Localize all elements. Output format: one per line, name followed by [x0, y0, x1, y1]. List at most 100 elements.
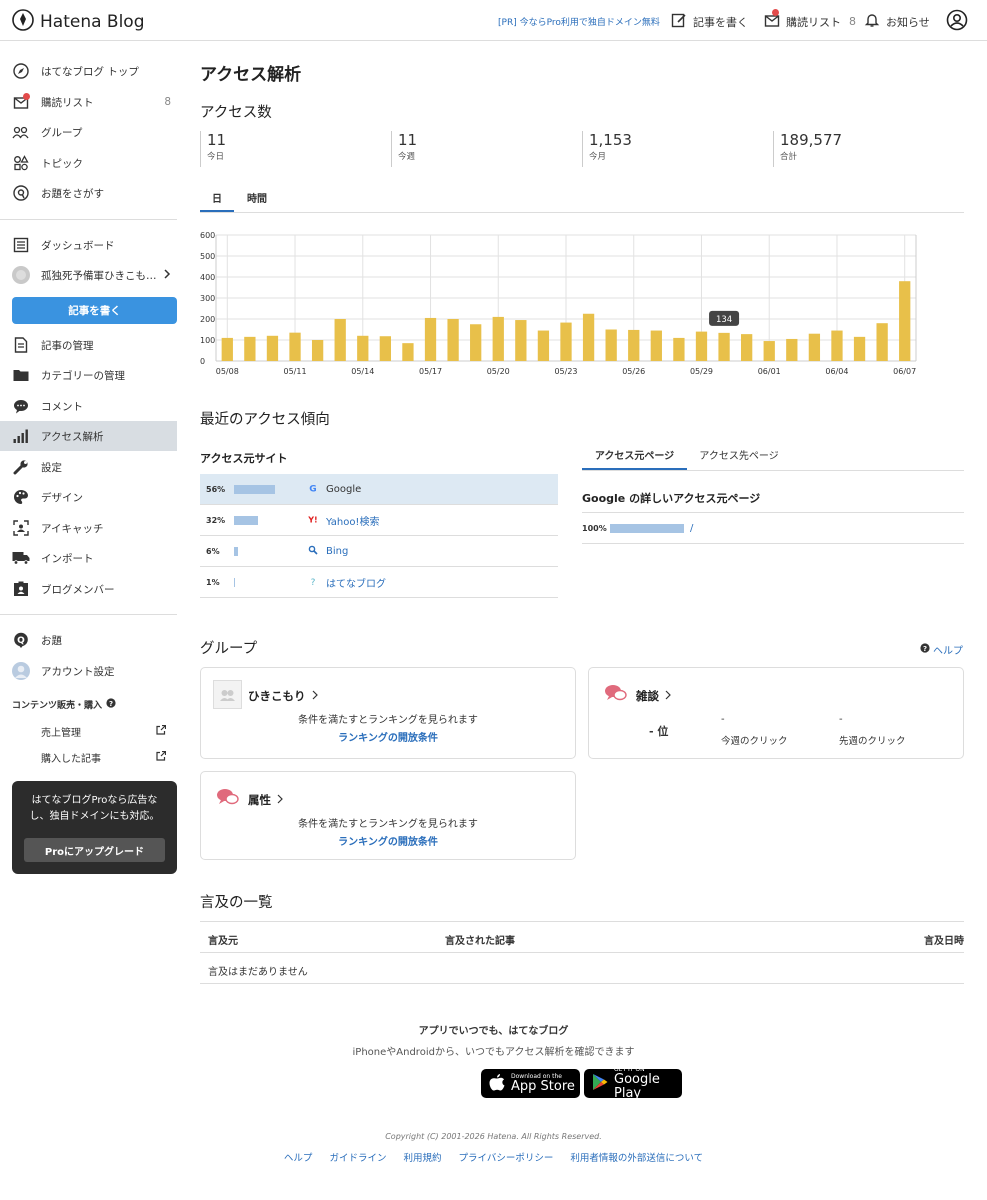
- app-store-big: App Store: [511, 1079, 575, 1094]
- chart-bar: [695, 331, 708, 361]
- source-bar: [234, 546, 238, 556]
- notifications-link[interactable]: お知らせ: [864, 12, 930, 31]
- sidebar-item-import[interactable]: インポート: [0, 543, 177, 573]
- source-bar: [234, 515, 258, 525]
- source-name-text[interactable]: はてなブログ: [326, 575, 386, 590]
- reading-list-label: 購読リスト: [786, 15, 841, 29]
- sidebar-item-theme[interactable]: Q お題: [0, 625, 177, 655]
- sidebar-item-topic[interactable]: トピック: [0, 148, 177, 178]
- sidebar-item-settings[interactable]: 設定: [0, 452, 177, 482]
- sidebar-item-comments[interactable]: コメント: [0, 391, 177, 421]
- chart-bar: [741, 334, 753, 361]
- help-link[interactable]: ? ヘルプ: [920, 642, 963, 657]
- column-header: 言及された記事: [445, 936, 515, 947]
- sidebar-item-blog-members[interactable]: ブログメンバー: [0, 574, 177, 604]
- chevron-right-icon: [665, 689, 671, 703]
- detail-row[interactable]: 100% /: [582, 512, 964, 544]
- stat-label: 合計: [780, 152, 798, 162]
- reading-list-icon: [764, 9, 780, 31]
- x-tick-label: 05/17: [419, 367, 442, 376]
- x-tick-label: 05/08: [216, 367, 239, 376]
- source-name-text[interactable]: Yahoo!検索: [326, 513, 379, 528]
- svg-text:Q: Q: [17, 636, 25, 646]
- access-count-heading: アクセス数: [200, 105, 272, 121]
- tab-day[interactable]: 日: [200, 190, 234, 212]
- google-play-icon: [592, 1073, 608, 1094]
- question-circle-icon[interactable]: ?: [106, 698, 116, 711]
- group-icon: [12, 123, 30, 141]
- sidebar-item-label: 購入した記事: [41, 754, 101, 765]
- footer-link-terms[interactable]: 利用規約: [403, 1153, 441, 1164]
- external-link-icon: [156, 750, 167, 764]
- app-store-badge[interactable]: Download on the App Store: [481, 1069, 580, 1098]
- apple-icon: [489, 1073, 505, 1095]
- member-icon: [12, 580, 30, 598]
- source-row-yahoo[interactable]: 32% Y! Yahoo!検索: [200, 505, 558, 536]
- sidebar-item-eyecatch[interactable]: アイキャッチ: [0, 513, 177, 543]
- chart-bar: [876, 323, 888, 361]
- last-week-clicks-label: 先週のクリック: [839, 736, 906, 747]
- source-bar: [234, 577, 235, 587]
- stat-this-week: 11 今週: [391, 131, 417, 167]
- sidebar-item-dashboard[interactable]: ダッシュボード: [0, 230, 177, 260]
- chart-bar: [289, 332, 301, 361]
- group-title-link[interactable]: ひきこもり: [248, 688, 318, 704]
- sidebar-item-purchased-articles[interactable]: 購入した記事: [41, 750, 167, 765]
- group-title-link[interactable]: 属性: [248, 792, 283, 808]
- sidebar-item-blog-selector[interactable]: 孤独死予備軍ひきこも…: [0, 260, 177, 290]
- svg-text:?: ?: [109, 700, 113, 708]
- source-row-hatena-blog[interactable]: 1% ? はてなブログ: [200, 567, 558, 598]
- sidebar-item-label: インポート: [41, 552, 94, 565]
- sidebar-item-find-theme[interactable]: お題をさがす: [0, 178, 177, 208]
- hatena-blog-logo[interactable]: Hatena Blog: [12, 9, 145, 34]
- chart-bar: [537, 330, 550, 361]
- app-promo-title: アプリでいつでも、はてなブログ: [418, 1026, 569, 1037]
- reading-list-count: 8: [849, 15, 856, 28]
- chart-bar: [311, 340, 324, 361]
- top-header: Hatena Blog [PR] 今ならPro利用で独自ドメイン無料 記事を書く…: [0, 0, 987, 41]
- sidebar-item-categories[interactable]: カテゴリーの管理: [0, 360, 177, 390]
- sidebar-write-button[interactable]: 記事を書く: [12, 297, 177, 324]
- footer-link-help[interactable]: ヘルプ: [284, 1153, 313, 1164]
- upgrade-pro-button[interactable]: Proにアップグレード: [24, 838, 165, 862]
- write-article-link[interactable]: 記事を書く: [671, 12, 748, 31]
- user-menu-button[interactable]: [946, 9, 968, 34]
- footer-link-guidelines[interactable]: ガイドライン: [329, 1153, 386, 1164]
- sidebar-item-group[interactable]: グループ: [0, 117, 177, 147]
- sidebar-item-access-analysis[interactable]: アクセス解析: [0, 421, 177, 451]
- tab-destination-pages[interactable]: アクセス先ページ: [692, 447, 786, 470]
- sidebar-item-articles[interactable]: 記事の管理: [0, 330, 177, 360]
- sidebar-divider: [0, 614, 177, 615]
- stat-label: 今日: [207, 152, 225, 162]
- footer-link-external-transmission[interactable]: 利用者情報の外部送信について: [570, 1153, 703, 1164]
- stat-value: 11: [207, 131, 227, 149]
- this-week-clicks-label: 今週のクリック: [721, 736, 788, 747]
- stat-total: 189,577 合計: [773, 131, 842, 167]
- ranking-condition-link[interactable]: ランキングの開放条件: [201, 729, 575, 744]
- sidebar-item-reading-list[interactable]: 購読リスト 8: [0, 87, 177, 117]
- pro-promo-link[interactable]: [PR] 今ならPro利用で独自ドメイン無料: [498, 15, 660, 28]
- y-tick-label: 100: [200, 336, 215, 345]
- tab-source-pages[interactable]: アクセス元ページ: [582, 447, 687, 470]
- footer-link-privacy[interactable]: プライバシーポリシー: [459, 1153, 554, 1164]
- sidebar-item-design[interactable]: デザイン: [0, 482, 177, 512]
- last-week-clicks-value: -: [839, 714, 843, 725]
- group-title-link[interactable]: 雑談: [636, 688, 671, 704]
- google-play-badge[interactable]: GET IT ON Google Play: [584, 1066, 682, 1101]
- blog-name: 孤独死予備軍ひきこも…: [41, 269, 157, 282]
- copyright: Copyright (C) 2001-2026 Hatena. All Righ…: [385, 1132, 602, 1141]
- sidebar-item-hatena-top[interactable]: はてなブログ トップ: [0, 56, 177, 86]
- sidebar-item-account-settings[interactable]: アカウント設定: [0, 656, 177, 686]
- reading-list-link[interactable]: 購読リスト 8: [764, 9, 856, 31]
- ranking-condition-link[interactable]: ランキングの開放条件: [201, 833, 575, 848]
- detail-path[interactable]: /: [690, 523, 693, 534]
- x-tick-label: 05/26: [622, 367, 645, 376]
- source-row-google[interactable]: 56% G Google: [200, 474, 558, 505]
- group-placeholder-icon: [213, 680, 242, 712]
- sidebar-item-sales-management[interactable]: 売上管理: [41, 724, 167, 739]
- group-title: 属性: [248, 793, 271, 807]
- tab-hour[interactable]: 時間: [240, 190, 274, 212]
- chart-bar: [357, 335, 369, 361]
- source-row-bing[interactable]: 6% Bing: [200, 536, 558, 567]
- source-name-text[interactable]: Bing: [326, 546, 348, 557]
